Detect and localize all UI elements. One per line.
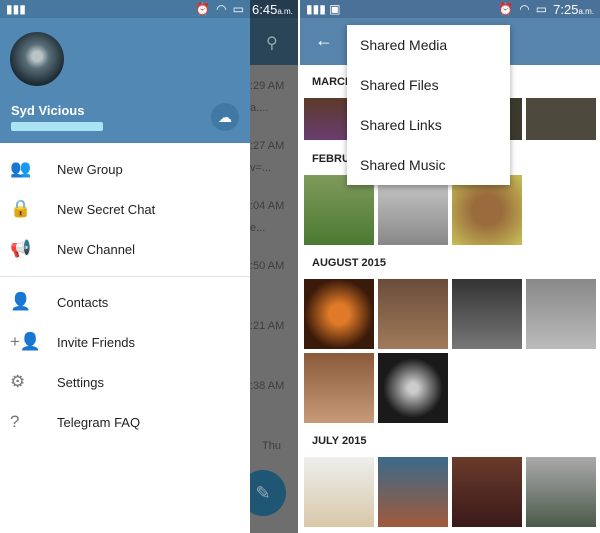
media-thumbnail[interactable]: [452, 175, 522, 245]
media-thumbnail[interactable]: [526, 279, 596, 349]
media-type-dropdown: Shared Media Shared Files Shared Links S…: [347, 25, 510, 185]
media-thumbnail[interactable]: [452, 279, 522, 349]
navigation-drawer: ▮▮▮ ⏰ ◠ ▭ Syd Vicious ☁ 👥 New Group 🔒 New Se…: [0, 0, 250, 533]
menu-item-settings[interactable]: ⚙ Settings: [0, 362, 250, 402]
media-thumbnail[interactable]: [304, 353, 374, 423]
menu-label: Contacts: [57, 294, 109, 310]
chat-time: Thu: [262, 440, 281, 452]
section-label: FEBRU: [312, 153, 350, 165]
chat-time: :29 AM: [250, 80, 285, 92]
media-thumbnail[interactable]: [304, 279, 374, 349]
menu-label: Telegram FAQ: [57, 414, 141, 430]
status-bar: ▮▮▮ ⏰ ◠ ▭: [0, 0, 250, 18]
back-arrow-icon[interactable]: ←: [315, 30, 333, 51]
battery-icon: ▭: [232, 2, 244, 16]
media-thumbnail[interactable]: [378, 353, 448, 423]
media-thumbnail[interactable]: [526, 98, 596, 140]
media-thumbnail[interactable]: [526, 457, 596, 527]
cloud-icon[interactable]: ☁: [211, 103, 239, 131]
chat-time: :04 AM: [250, 200, 285, 212]
user-name: Syd Vicious: [11, 103, 85, 118]
menu-label: Settings: [57, 374, 104, 390]
menu-item-invite-friends[interactable]: +👤 Invite Friends: [0, 322, 250, 362]
menu-item-new-channel[interactable]: 📢 New Channel: [0, 229, 250, 269]
media-thumbnail[interactable]: [378, 175, 448, 245]
dropdown-item-shared-music[interactable]: Shared Music: [347, 145, 510, 185]
signal-icon: ▮▮▮: [6, 2, 26, 16]
media-thumbnail[interactable]: [304, 457, 374, 527]
status-bar-right: 6:45a.m.: [250, 0, 298, 18]
wifi-icon: ◠: [519, 2, 530, 16]
search-icon[interactable]: ⚲: [266, 33, 278, 53]
chat-time: :27 AM: [250, 140, 285, 152]
drawer-header: ▮▮▮ ⏰ ◠ ▭ Syd Vicious ☁: [0, 0, 250, 143]
menu-item-new-group[interactable]: 👥 New Group: [0, 149, 250, 189]
chat-time: :38 AM: [250, 380, 285, 392]
divider: [0, 276, 250, 277]
chat-time: :21 AM: [250, 320, 285, 332]
dropdown-item-shared-links[interactable]: Shared Links: [347, 105, 510, 145]
media-thumbnail[interactable]: [378, 279, 448, 349]
megaphone-icon: 📢: [10, 239, 32, 258]
dropdown-item-shared-files[interactable]: Shared Files: [347, 65, 510, 105]
lock-icon: 🔒: [10, 199, 32, 218]
dropdown-item-shared-media[interactable]: Shared Media: [347, 25, 510, 65]
chat-snippet: e...: [250, 222, 266, 234]
menu-label: Invite Friends: [57, 334, 136, 350]
chat-snippet: a....: [250, 102, 269, 114]
alarm-icon: ⏰: [195, 2, 211, 16]
chat-time: :50 AM: [250, 260, 285, 272]
group-icon: 👥: [10, 159, 32, 178]
section-label: JULY 2015: [312, 435, 367, 447]
menu-item-new-secret-chat[interactable]: 🔒 New Secret Chat: [0, 189, 250, 229]
person-add-icon: +👤: [10, 332, 42, 351]
left-screen: ⚲ :29 AM a.... :27 AM v=... :04 AM e... …: [0, 0, 298, 533]
media-thumbnail[interactable]: [378, 457, 448, 527]
help-icon: ?: [10, 412, 20, 431]
wifi-icon: ◠: [216, 2, 227, 16]
pencil-icon: ✎: [255, 482, 271, 503]
menu-item-contacts[interactable]: 👤 Contacts: [0, 282, 250, 322]
chat-snippet: v=...: [250, 162, 272, 174]
menu-label: New Group: [57, 161, 123, 177]
avatar[interactable]: [10, 32, 64, 86]
menu-label: New Secret Chat: [57, 201, 156, 217]
battery-icon: ▭: [535, 2, 548, 16]
phone-number-redacted: [11, 122, 103, 131]
menu-item-telegram-faq[interactable]: ? Telegram FAQ: [0, 402, 250, 442]
signal-icon: ▮▮▮ ▣: [306, 2, 341, 16]
status-time: 6:45a.m.: [252, 1, 293, 17]
status-bar: ▮▮▮ ▣ ⏰ ◠ ▭ 7:25a.m.: [300, 0, 600, 18]
status-time: 7:25a.m.: [553, 1, 594, 17]
gear-icon: ⚙: [10, 372, 26, 391]
alarm-icon: ⏰: [498, 2, 514, 16]
section-label: AUGUST 2015: [312, 257, 386, 269]
menu-label: New Channel: [57, 241, 136, 257]
media-thumbnail[interactable]: [304, 175, 374, 245]
contacts-icon: 👤: [10, 292, 32, 311]
media-thumbnail[interactable]: [452, 457, 522, 527]
